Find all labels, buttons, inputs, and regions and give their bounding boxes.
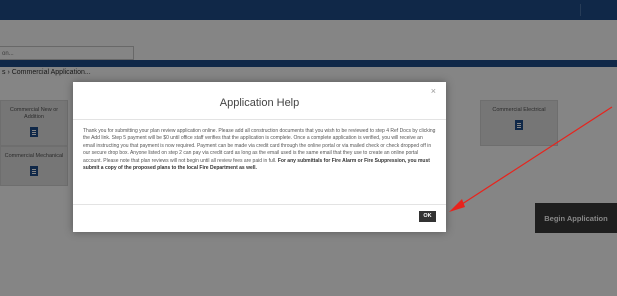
annotation-arrow-icon bbox=[449, 106, 613, 212]
